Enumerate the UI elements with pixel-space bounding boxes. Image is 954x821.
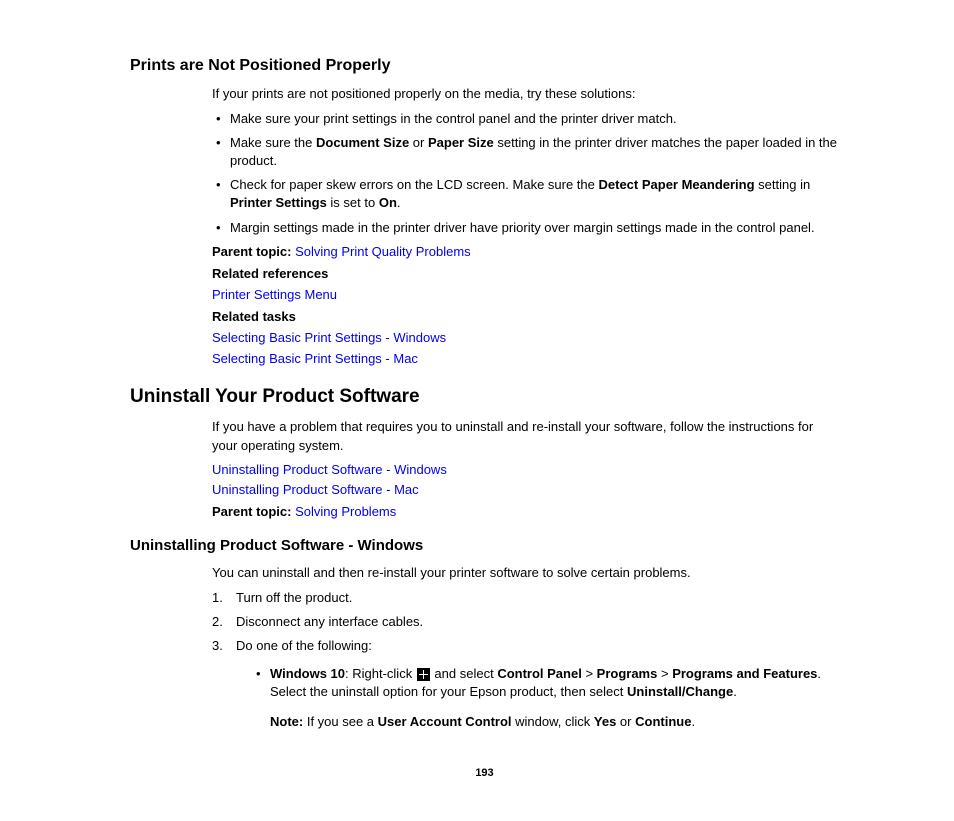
page-number: 193 bbox=[130, 766, 839, 781]
bullet-item: Check for paper skew errors on the LCD s… bbox=[212, 176, 839, 212]
related-task-link[interactable]: Selecting Basic Print Settings - Windows bbox=[212, 329, 839, 347]
subsection-link[interactable]: Uninstalling Product Software - Mac bbox=[212, 481, 839, 499]
section1-intro: If your prints are not positioned proper… bbox=[212, 85, 839, 103]
section3-intro: You can uninstall and then re-install yo… bbox=[212, 564, 839, 582]
parent-topic-line: Parent topic: Solving Print Quality Prob… bbox=[212, 243, 839, 261]
related-reference-link[interactable]: Printer Settings Menu bbox=[212, 286, 337, 304]
parent-topic-line: Parent topic: Solving Problems bbox=[212, 503, 839, 521]
parent-topic-link[interactable]: Solving Print Quality Problems bbox=[295, 243, 471, 261]
section1-bullet-list: Make sure your print settings in the con… bbox=[212, 110, 839, 237]
section2-intro: If you have a problem that requires you … bbox=[212, 418, 839, 454]
section2-heading: Uninstall Your Product Software bbox=[130, 384, 839, 411]
bullet-item: Make sure your print settings in the con… bbox=[212, 110, 839, 128]
step-item: Do one of the following: Windows 10: Rig… bbox=[212, 637, 839, 732]
related-references-label: Related references bbox=[212, 265, 839, 283]
sub-bullet-item: Windows 10: Right-click and select Contr… bbox=[252, 665, 839, 732]
bullet-item: Margin settings made in the printer driv… bbox=[212, 219, 839, 237]
related-tasks-label: Related tasks bbox=[212, 308, 839, 326]
step-item: Turn off the product. bbox=[212, 589, 839, 607]
section1-heading: Prints are Not Positioned Properly bbox=[130, 55, 839, 77]
bullet-item: Make sure the Document Size or Paper Siz… bbox=[212, 134, 839, 170]
related-task-link[interactable]: Selecting Basic Print Settings - Mac bbox=[212, 350, 839, 368]
steps-list: Turn off the product. Disconnect any int… bbox=[212, 589, 839, 732]
windows-start-icon bbox=[417, 668, 430, 681]
parent-topic-link[interactable]: Solving Problems bbox=[295, 503, 396, 521]
section3-heading: Uninstalling Product Software - Windows bbox=[130, 535, 839, 556]
subsection-link[interactable]: Uninstalling Product Software - Windows bbox=[212, 461, 839, 479]
step-item: Disconnect any interface cables. bbox=[212, 613, 839, 631]
